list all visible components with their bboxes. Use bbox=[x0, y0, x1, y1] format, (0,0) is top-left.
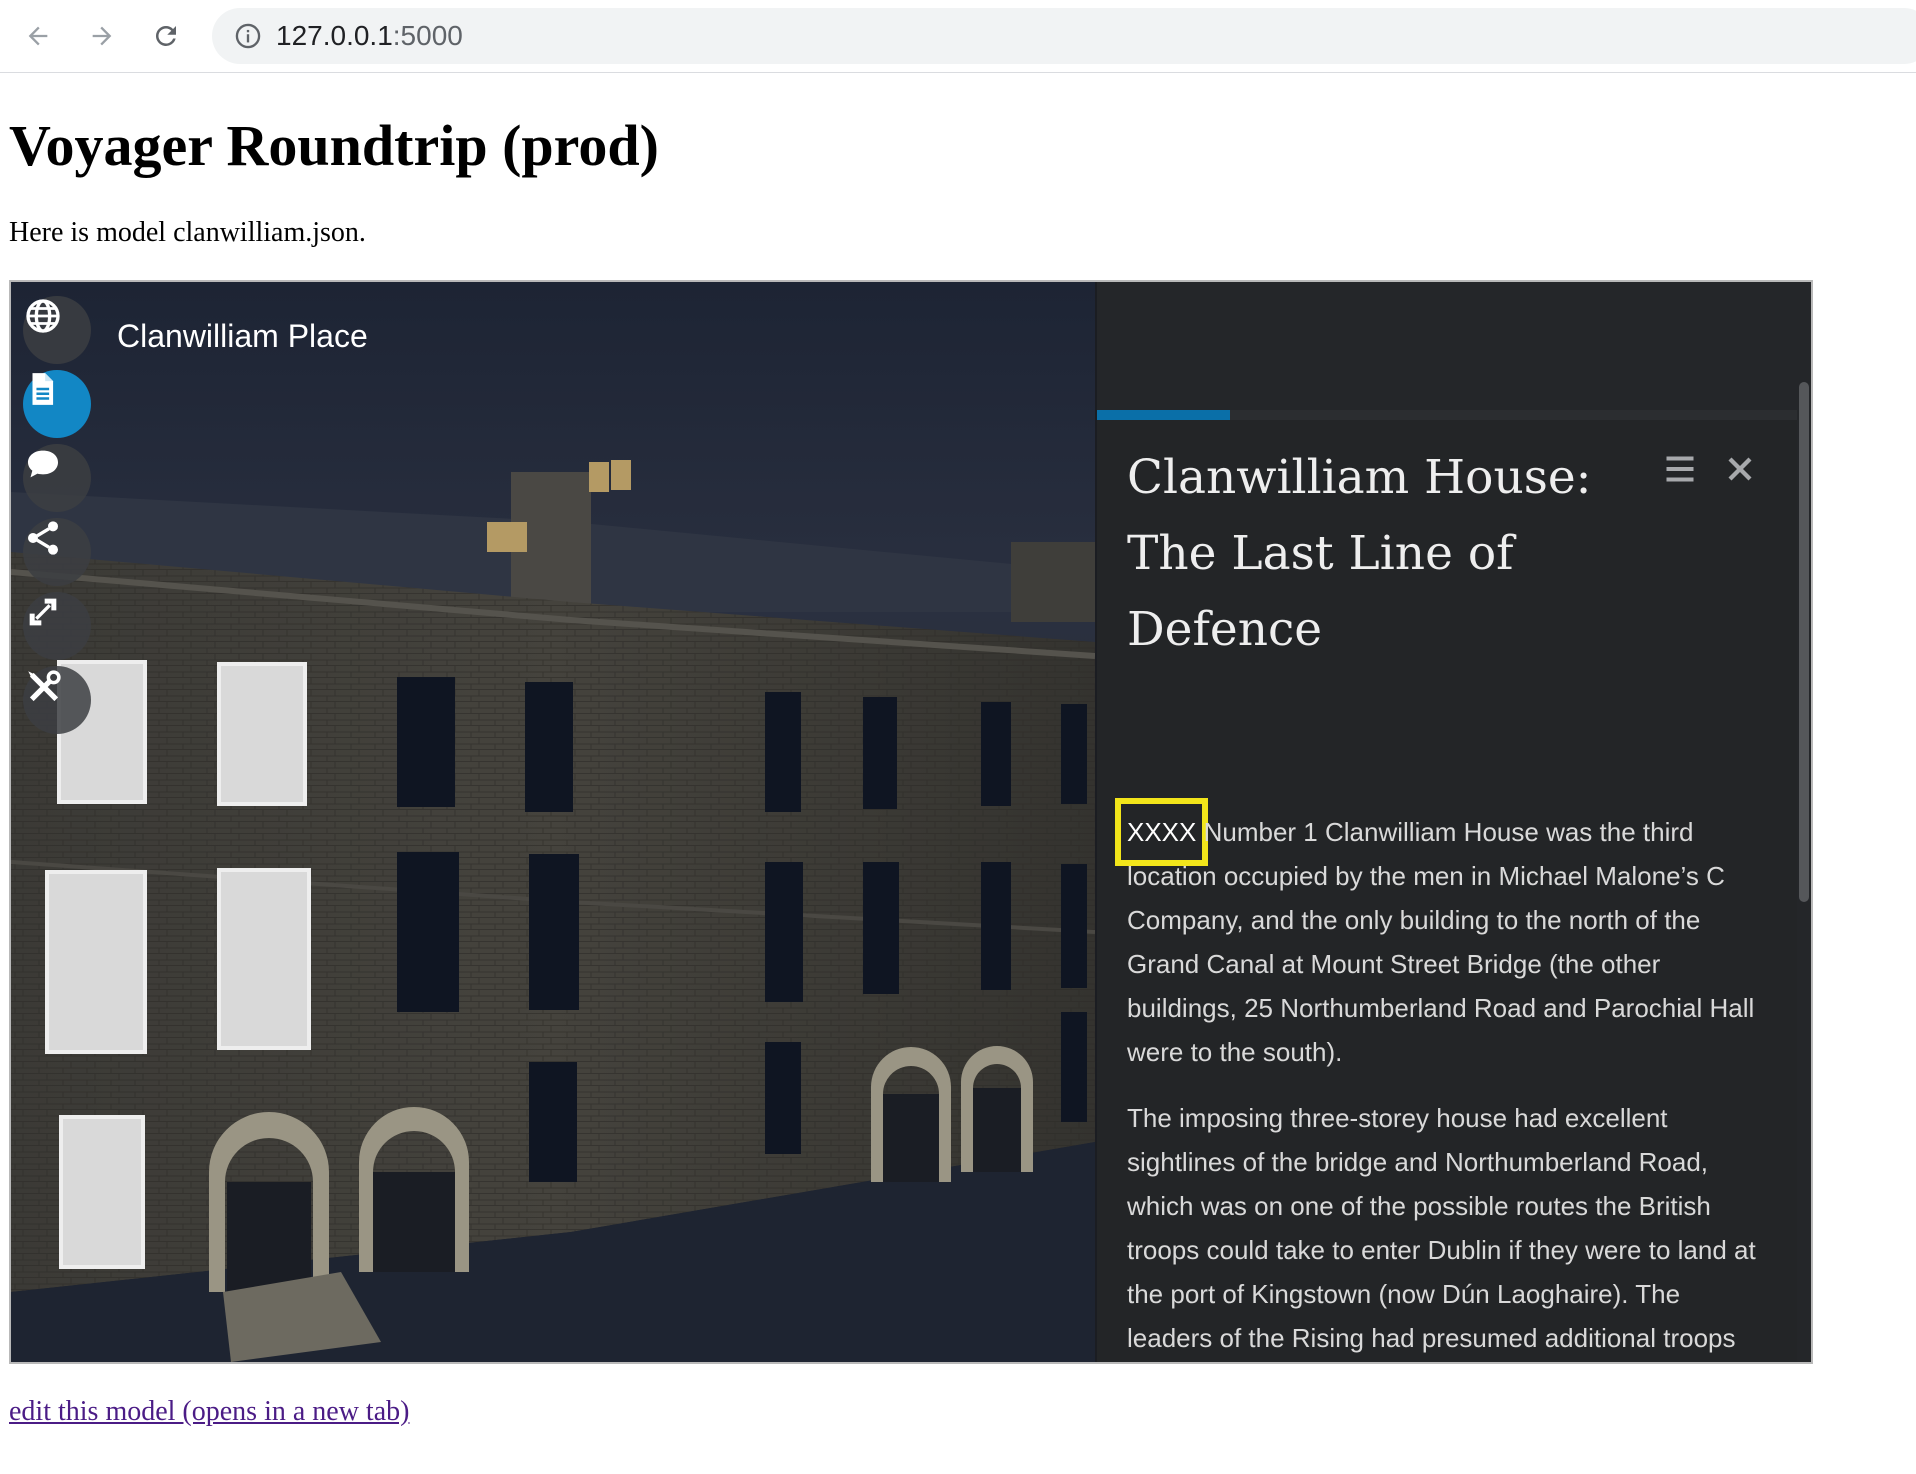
annotations-button[interactable] bbox=[23, 444, 91, 512]
comment-icon bbox=[28, 450, 58, 478]
share-button[interactable] bbox=[23, 518, 91, 586]
site-info-icon[interactable] bbox=[234, 22, 262, 50]
highlighted-placeholder: XXXX bbox=[1114, 798, 1209, 866]
globe-icon bbox=[26, 299, 60, 333]
article-button[interactable] bbox=[23, 370, 91, 438]
edit-model-link[interactable]: edit this model (opens in a new tab) bbox=[9, 1396, 409, 1428]
arrow-right-icon bbox=[92, 26, 112, 46]
tools-icon bbox=[28, 670, 61, 702]
3d-scene-canvas[interactable]: Clanwilliam Place bbox=[11, 282, 1095, 1362]
forward-button[interactable] bbox=[80, 14, 124, 58]
article-title: Clanwilliam House: The Last Line of Defe… bbox=[1127, 450, 1592, 657]
article-close-button[interactable] bbox=[1719, 448, 1761, 490]
document-icon bbox=[32, 373, 54, 405]
scene-title: Clanwilliam Place bbox=[117, 318, 368, 354]
paragraph-text: Number 1 Clanwilliam House was the third… bbox=[1127, 817, 1755, 1067]
url-port: :5000 bbox=[392, 20, 463, 51]
reload-button[interactable] bbox=[144, 14, 188, 58]
address-bar[interactable]: 127.0.0.1:5000 bbox=[212, 8, 1916, 64]
share-icon bbox=[28, 521, 58, 555]
reload-icon bbox=[155, 25, 176, 46]
article-panel: Clanwilliam House: The Last Line of Defe… bbox=[1097, 410, 1797, 1362]
article-paragraph: The imposing three-storey house had exce… bbox=[1127, 1103, 1756, 1353]
arrow-left-icon bbox=[28, 26, 48, 46]
back-button[interactable] bbox=[16, 14, 60, 58]
scrollbar-thumb[interactable] bbox=[1799, 382, 1809, 902]
fullscreen-icon bbox=[29, 598, 57, 626]
page-title: Voyager Roundtrip (prod) bbox=[9, 113, 659, 178]
reading-progress bbox=[1097, 410, 1797, 420]
building-render bbox=[11, 460, 1095, 1362]
article-menu-button[interactable] bbox=[1659, 448, 1701, 490]
globe-button[interactable] bbox=[23, 296, 91, 364]
intro-text: Here is model clanwilliam.json. bbox=[9, 217, 366, 248]
tools-button[interactable] bbox=[23, 666, 91, 734]
article-paragraph: XXXX Number 1 Clanwilliam House was the … bbox=[1114, 798, 1767, 1074]
fullscreen-button[interactable] bbox=[23, 592, 91, 660]
reading-progress-fill bbox=[1097, 410, 1230, 420]
menu-icon bbox=[1666, 456, 1694, 482]
url-host: 127.0.0.1 bbox=[276, 20, 393, 51]
voyager-viewer: Clanwilliam Place Clanwilliam House: The… bbox=[9, 280, 1813, 1364]
browser-toolbar: 127.0.0.1:5000 bbox=[0, 0, 1916, 73]
close-icon bbox=[1728, 457, 1752, 481]
panel-header-area bbox=[1097, 282, 1811, 410]
article-scrollbar[interactable] bbox=[1797, 382, 1811, 1362]
article-body: XXXX Number 1 Clanwilliam House was the … bbox=[1114, 798, 1767, 1362]
